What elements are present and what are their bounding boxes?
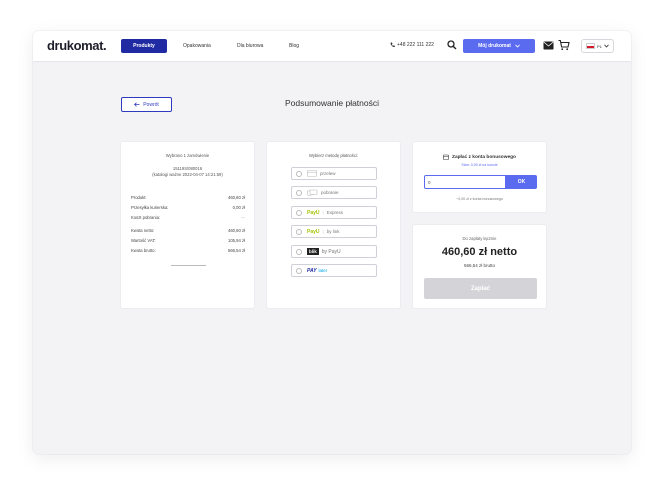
method-label: later	[318, 268, 328, 273]
method-cash-on-delivery[interactable]: pobranie	[291, 186, 377, 199]
summary-row: Wartość VAT: 105,94 zł	[131, 238, 245, 243]
row-value: 105,94 zł	[228, 238, 245, 243]
total-label: Do zapłaty łącznie	[462, 236, 497, 241]
cart-icon[interactable]	[558, 39, 570, 51]
bonus-account-card: Zapłać z konta bonusowego Stan: 0,00 zł …	[412, 141, 547, 213]
phone-icon	[390, 42, 395, 48]
logo[interactable]: drukomat.	[47, 38, 107, 53]
wallet-icon	[443, 154, 449, 160]
language-selector[interactable]: PL	[581, 39, 614, 53]
row-value: —	[240, 215, 245, 220]
bank-transfer-icon	[307, 170, 317, 177]
bonus-note: ~0,00 zł z konta bonusowego	[456, 197, 503, 201]
method-blik[interactable]: blik by PayU	[291, 245, 377, 258]
payment-methods-card: Wybierz metodę płatności: przelew pobran…	[266, 141, 401, 309]
summary-row: Koszt pobrania: —	[131, 215, 245, 220]
top-navbar: drukomat. Produkty Opakowania Dla biurow…	[33, 31, 631, 62]
row-label: Koszt pobrania:	[131, 215, 161, 220]
paylater-brand: PAY	[307, 267, 317, 274]
phone-number[interactable]: +48 222 111 222	[390, 42, 434, 48]
bonus-balance: Stan: 0,00 zł na koncie	[461, 163, 498, 167]
row-label: Wartość VAT:	[131, 238, 156, 243]
poland-flag-icon	[586, 43, 596, 49]
method-transfer[interactable]: przelew	[291, 167, 377, 180]
radio-button[interactable]	[296, 189, 302, 196]
radio-button[interactable]	[296, 170, 302, 177]
pay-button[interactable]: Zapłać	[424, 278, 537, 299]
catalog-date: (katalogi ważne 2022-04-07 14:21:59)	[152, 172, 223, 177]
app-window: drukomat. Produkty Opakowania Dla biurow…	[33, 31, 631, 454]
method-label: przelew	[320, 171, 336, 176]
method-label: Express	[326, 210, 343, 215]
separator: |	[322, 210, 324, 215]
payu-logo: PayU	[307, 209, 320, 216]
row-label: Przesyłka kurierska:	[131, 205, 169, 210]
account-label: Mój drukomat	[478, 43, 511, 49]
radio-button[interactable]	[296, 228, 302, 235]
radio-button[interactable]	[296, 248, 302, 255]
account-menu-button[interactable]: Mój drukomat	[463, 39, 535, 53]
payment-methods-title: Wybierz metodę płatności:	[308, 153, 359, 158]
row-value: 460,60 zł	[228, 228, 245, 233]
blik-logo: blik	[307, 248, 319, 255]
summary-row: Produkt: 460,60 zł	[131, 195, 245, 200]
row-label: Produkt:	[131, 195, 147, 200]
search-icon[interactable]	[447, 40, 457, 50]
radio-button[interactable]	[296, 267, 302, 274]
row-value: 460,60 zł	[228, 195, 245, 200]
chevron-down-icon	[604, 44, 609, 48]
row-value: 566,54 zł	[228, 248, 245, 253]
bonus-ok-button[interactable]: OK	[506, 175, 537, 189]
page-title: Podsumowanie płatności	[284, 98, 380, 108]
method-payu-express[interactable]: PayU | Express	[291, 206, 377, 219]
method-label: pobranie	[321, 190, 339, 195]
separator: |	[322, 229, 324, 234]
method-label: by link	[326, 229, 340, 234]
method-paylater[interactable]: PAY later	[291, 264, 377, 277]
nav-office-link[interactable]: Dla biurowa	[237, 43, 263, 49]
paylater-logo: PAY	[307, 268, 317, 274]
payu-logo: PayU	[307, 228, 320, 235]
method-label: by PayU	[321, 248, 341, 255]
nav-packaging-link[interactable]: Opakowania	[183, 43, 211, 49]
divider	[171, 265, 206, 266]
nav-products-button[interactable]: Produkty	[121, 39, 167, 53]
total-gross: 566,54 zł brutto	[463, 263, 496, 268]
total-net: 460,60 zł netto	[441, 246, 518, 258]
bonus-title-text: Zapłać z konta bonusowego	[452, 154, 516, 160]
language-code: PL	[597, 43, 602, 49]
payment-total-card: Do zapłaty łącznie 460,60 zł netto 566,5…	[412, 224, 547, 309]
radio-button[interactable]	[296, 209, 302, 216]
bonus-title: Zapłać z konta bonusowego	[413, 154, 546, 160]
method-payu-link[interactable]: PayU | by link	[291, 225, 377, 238]
order-number: 15119S/080016	[172, 166, 203, 171]
summary-row: Kwota netto: 460,60 zł	[131, 228, 245, 233]
summary-row: Przesyłka kurierska: 0,00 zł	[131, 205, 245, 210]
row-value: 0,00 zł	[232, 205, 245, 210]
selected-orders-count: Wybrano 1 zamówienie	[165, 153, 210, 158]
phone-number-text: +48 222 111 222	[397, 42, 434, 48]
nav-blog-link[interactable]: Blog	[289, 43, 299, 49]
summary-row: Kwota brutto: 566,54 zł	[131, 248, 245, 253]
cash-icon	[307, 189, 318, 196]
mail-icon[interactable]	[543, 41, 554, 50]
order-summary-card: Wybrano 1 zamówienie 15119S/080016 (kata…	[120, 141, 255, 309]
bonus-amount-input[interactable]: 0	[424, 175, 506, 189]
row-label: Kwota netto:	[131, 228, 155, 233]
chevron-down-icon	[515, 44, 520, 48]
row-label: Kwota brutto:	[131, 248, 156, 253]
